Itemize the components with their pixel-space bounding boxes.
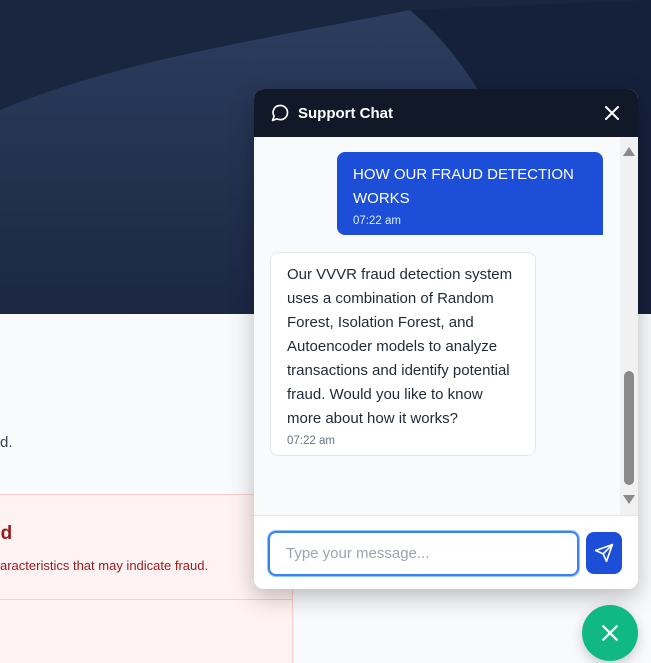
- scroll-up-arrow-icon[interactable]: [623, 147, 635, 156]
- message-text: HOW OUR FRAUD DETECTION WORKS: [353, 166, 574, 207]
- message-text: Our VVVR fraud detection system uses a c…: [287, 266, 513, 427]
- bot-message: Our VVVR fraud detection system uses a c…: [270, 252, 536, 456]
- send-icon: [594, 543, 614, 563]
- chat-header: Support Chat: [254, 89, 638, 137]
- scroll-down-arrow-icon[interactable]: [623, 495, 635, 504]
- close-chat-button[interactable]: [602, 103, 622, 123]
- chat-toggle-button[interactable]: [582, 605, 638, 661]
- alert-divider: [0, 599, 293, 600]
- message-list[interactable]: HOW OUR FRAUD DETECTION WORKS 07:22 am O…: [254, 137, 638, 515]
- close-icon: [602, 625, 618, 641]
- scrollbar-thumb[interactable]: [624, 371, 634, 485]
- send-button[interactable]: [586, 532, 622, 574]
- chat-input-bar: [254, 515, 638, 589]
- user-message: HOW OUR FRAUD DETECTION WORKS 07:22 am: [337, 152, 603, 235]
- message-input[interactable]: [268, 531, 579, 576]
- alert-description: aracteristics that may indicate fraud.: [0, 558, 209, 573]
- alert-title: ed: [0, 523, 13, 544]
- message-time: 07:22 am: [353, 215, 401, 227]
- body-text: d.: [0, 434, 13, 451]
- chat-title: Support Chat: [298, 104, 393, 122]
- support-chat-window: Support Chat HOW OUR FRAUD DETECTION WOR…: [254, 89, 638, 589]
- close-icon: [605, 106, 619, 120]
- message-circle-icon: [270, 103, 290, 123]
- scrollbar[interactable]: [620, 137, 638, 515]
- fraud-alert-card: ed aracteristics that may indicate fraud…: [0, 494, 293, 663]
- message-time: 07:22 am: [287, 435, 335, 447]
